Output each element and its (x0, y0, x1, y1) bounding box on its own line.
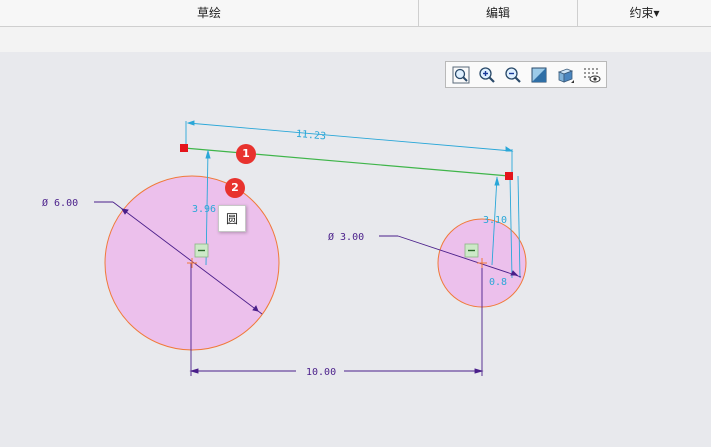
dimension-right-small-text[interactable]: 0.8 (489, 277, 507, 288)
dimension-center-distance-text[interactable]: 10.00 (306, 367, 336, 378)
tangent-line[interactable] (183, 147, 510, 177)
menu-constraints[interactable]: 约束▾ (577, 0, 711, 27)
menu-sketch[interactable]: 草绘 (0, 0, 418, 27)
endpoint-left[interactable] (180, 144, 188, 152)
dimension-left-diameter-text[interactable]: Ø 6.00 (42, 197, 78, 209)
horizontal-constraint-icon[interactable] (194, 243, 209, 258)
menu-bar: 草绘 编辑 约束▾ (0, 0, 711, 27)
dimension-right-vertical-text[interactable]: 3.10 (483, 215, 507, 226)
dimension-top-length[interactable] (185, 120, 514, 176)
horizontal-constraint-icon[interactable] (464, 243, 479, 258)
ribbon-area (0, 27, 711, 52)
step-badge-2: 2 (225, 178, 245, 198)
dimension-right-diameter-text[interactable]: Ø 3.00 (328, 231, 364, 243)
sketch-canvas[interactable]: 11.23 3.96 3.10 0.8 10.00 Ø 6.00 Ø 3.00 (0, 52, 711, 447)
step-badge-1: 1 (236, 144, 256, 164)
endpoint-right[interactable] (505, 172, 513, 180)
entity-tooltip: 圆 (218, 205, 246, 232)
menu-edit[interactable]: 编辑 (418, 0, 577, 27)
dimension-left-vertical-text[interactable]: 3.96 (192, 204, 216, 215)
dimension-top-length-text[interactable]: 11.23 (295, 129, 326, 143)
